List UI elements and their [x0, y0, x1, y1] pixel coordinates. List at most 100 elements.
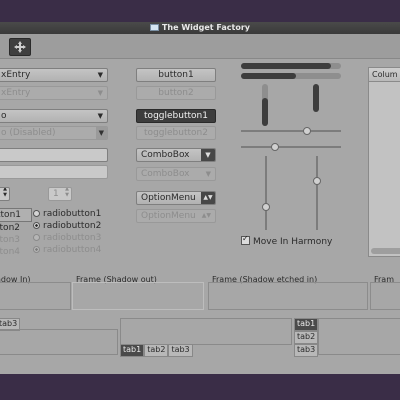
notebook-bottom-tabs: tab1 tab2 tab3	[120, 344, 193, 357]
spin-arrows-icon: ▲ ▼	[65, 187, 69, 198]
dropdown-arrow-icon: ▼	[97, 71, 103, 79]
notebook-bottom-tab2[interactable]: tab2	[144, 344, 169, 357]
vscale-2-knob[interactable]	[313, 177, 321, 185]
vscale-1-knob[interactable]	[262, 203, 270, 211]
notebook-right-tab2[interactable]: tab2	[294, 331, 318, 344]
progress-bar-1	[241, 63, 341, 69]
desktop-bottom	[0, 374, 400, 400]
toggle-radio-1[interactable]: tton1	[0, 208, 32, 222]
optionmenu-label: OptionMenu	[141, 193, 196, 203]
optionmenu-button-disabled: OptionMenu ▲▼	[136, 209, 216, 223]
radio-1[interactable]: radiobutton1	[33, 208, 113, 220]
tree-column-header[interactable]: Colum	[369, 68, 400, 82]
combobox-label: ComboBox	[141, 150, 190, 160]
notebook-bottom-page	[120, 318, 292, 345]
progress-fill-2	[241, 73, 296, 79]
spin-arrows-icon: ▲ ▼	[3, 187, 7, 198]
combobox-button-disabled: ComboBox ▼	[136, 167, 216, 181]
hscale-1[interactable]	[241, 130, 341, 132]
combobox-button[interactable]: ComboBox ▼	[136, 148, 216, 162]
toggle-radio-label: tton1	[0, 210, 21, 220]
button2: button2	[136, 86, 216, 100]
combo-entry[interactable]: xEntry ▼	[0, 68, 108, 82]
radio-2[interactable]: radiobutton2	[33, 220, 113, 232]
toggle-radio-4: tton4	[0, 246, 32, 258]
widget-factory-window: xEntry ▼ xEntry ▼ o ▼ o (Disabled) ▼ ▲ ▼ …	[0, 22, 400, 374]
dropdown-arrow-icon: ▼	[97, 112, 103, 120]
optionmenu-button[interactable]: OptionMenu ▲▼	[136, 191, 216, 205]
move-arrows-icon	[14, 41, 26, 53]
frame-shadow-out	[72, 282, 204, 310]
tree-view[interactable]: Colum	[368, 67, 400, 257]
radio-label: radiobutton4	[43, 245, 102, 255]
option-arrows-icon: ▲▼	[201, 212, 211, 219]
radio-label: radiobutton2	[43, 221, 102, 231]
vscale-2[interactable]	[316, 156, 318, 230]
notebook-right-tab3[interactable]: tab3	[294, 344, 318, 357]
dropdown-arrow-icon: ▼	[205, 170, 211, 178]
notebook-right-tabs: tab1 tab2 tab3	[294, 318, 318, 357]
toggle-radio-group: tton1 tton2 tton3 tton4	[0, 208, 32, 258]
radio-group: radiobutton1 radiobutton2 radiobutton3 r…	[33, 208, 113, 256]
notebook-right-page	[318, 318, 400, 355]
tree-hscrollbar[interactable]	[371, 248, 400, 254]
radio-indicator	[33, 222, 40, 229]
radio-3: radiobutton3	[33, 232, 113, 244]
window-titlebar[interactable]: The Widget Factory	[0, 22, 400, 34]
progress-fill-1	[241, 63, 331, 69]
move-in-harmony-label: Move In Harmony	[253, 237, 333, 247]
spin-button[interactable]: ▲ ▼	[0, 187, 10, 201]
radio-indicator	[33, 246, 40, 253]
window-title: The Widget Factory	[161, 23, 251, 32]
combo-box-disabled-text: o (Disabled)	[1, 128, 56, 138]
hscale-2-knob[interactable]	[271, 143, 279, 151]
combobox-disabled-label: ComboBox	[141, 169, 190, 179]
button1[interactable]: button1	[136, 68, 216, 82]
radio-indicator	[33, 234, 40, 241]
notebook-bottom-tab3[interactable]: tab3	[168, 344, 193, 357]
radio-4: radiobutton4	[33, 244, 113, 256]
checkbox-checked-icon	[241, 234, 250, 245]
dropdown-arrow-icon: ▼	[95, 127, 107, 139]
frame-shadow-in	[0, 282, 71, 310]
radio-label: radiobutton3	[43, 233, 102, 243]
toolbar-move-button[interactable]	[9, 38, 31, 56]
app-window-icon	[149, 24, 159, 31]
combo-entry-disabled: xEntry ▼	[0, 86, 108, 100]
toggle-radio-label: tton2	[0, 223, 20, 233]
vertical-progress-2	[313, 84, 319, 112]
spin-button-disabled: 1 ▲ ▼	[48, 187, 72, 201]
optionmenu-disabled-label: OptionMenu	[141, 211, 196, 221]
dropdown-arrow-icon: ▼	[97, 89, 103, 97]
hscale-2[interactable]	[241, 146, 341, 148]
option-arrows-icon: ▲▼	[201, 192, 215, 204]
combo-entry-text: xEntry	[1, 70, 31, 80]
vertical-progress-fill-1	[262, 98, 268, 126]
toolbar	[0, 34, 400, 59]
combo-box[interactable]: o ▼	[0, 109, 108, 123]
move-in-harmony-check[interactable]: Move In Harmony	[241, 234, 351, 247]
notebook-left-page	[0, 329, 118, 355]
combo-entry-disabled-text: xEntry	[1, 88, 31, 98]
toggle-radio-label: tton3	[0, 235, 20, 245]
text-entry[interactable]	[0, 148, 108, 162]
toggle-radio-label: tton4	[0, 247, 20, 257]
toggle-radio-3: tton3	[0, 234, 32, 246]
togglebutton2: togglebutton2	[136, 126, 216, 140]
text-entry-disabled	[0, 165, 108, 179]
radio-indicator	[33, 210, 40, 217]
dropdown-arrow-icon: ▼	[201, 149, 215, 161]
vscale-1[interactable]	[265, 156, 267, 230]
hscale-1-knob[interactable]	[303, 127, 311, 135]
toggle-radio-2[interactable]: tton2	[0, 222, 32, 234]
radio-label: radiobutton1	[43, 209, 102, 219]
vertical-progress-1	[262, 84, 268, 126]
notebook-right-tab1[interactable]: tab1	[294, 318, 318, 331]
togglebutton1[interactable]: togglebutton1	[136, 109, 216, 123]
frame-etched-out	[370, 282, 400, 310]
progress-bar-2	[241, 73, 341, 79]
combo-box-disabled: o (Disabled) ▼	[0, 126, 108, 140]
notebook-bottom-tab1[interactable]: tab1	[120, 344, 145, 357]
combo-box-text: o	[1, 111, 7, 121]
frame-etched-in	[208, 282, 368, 310]
